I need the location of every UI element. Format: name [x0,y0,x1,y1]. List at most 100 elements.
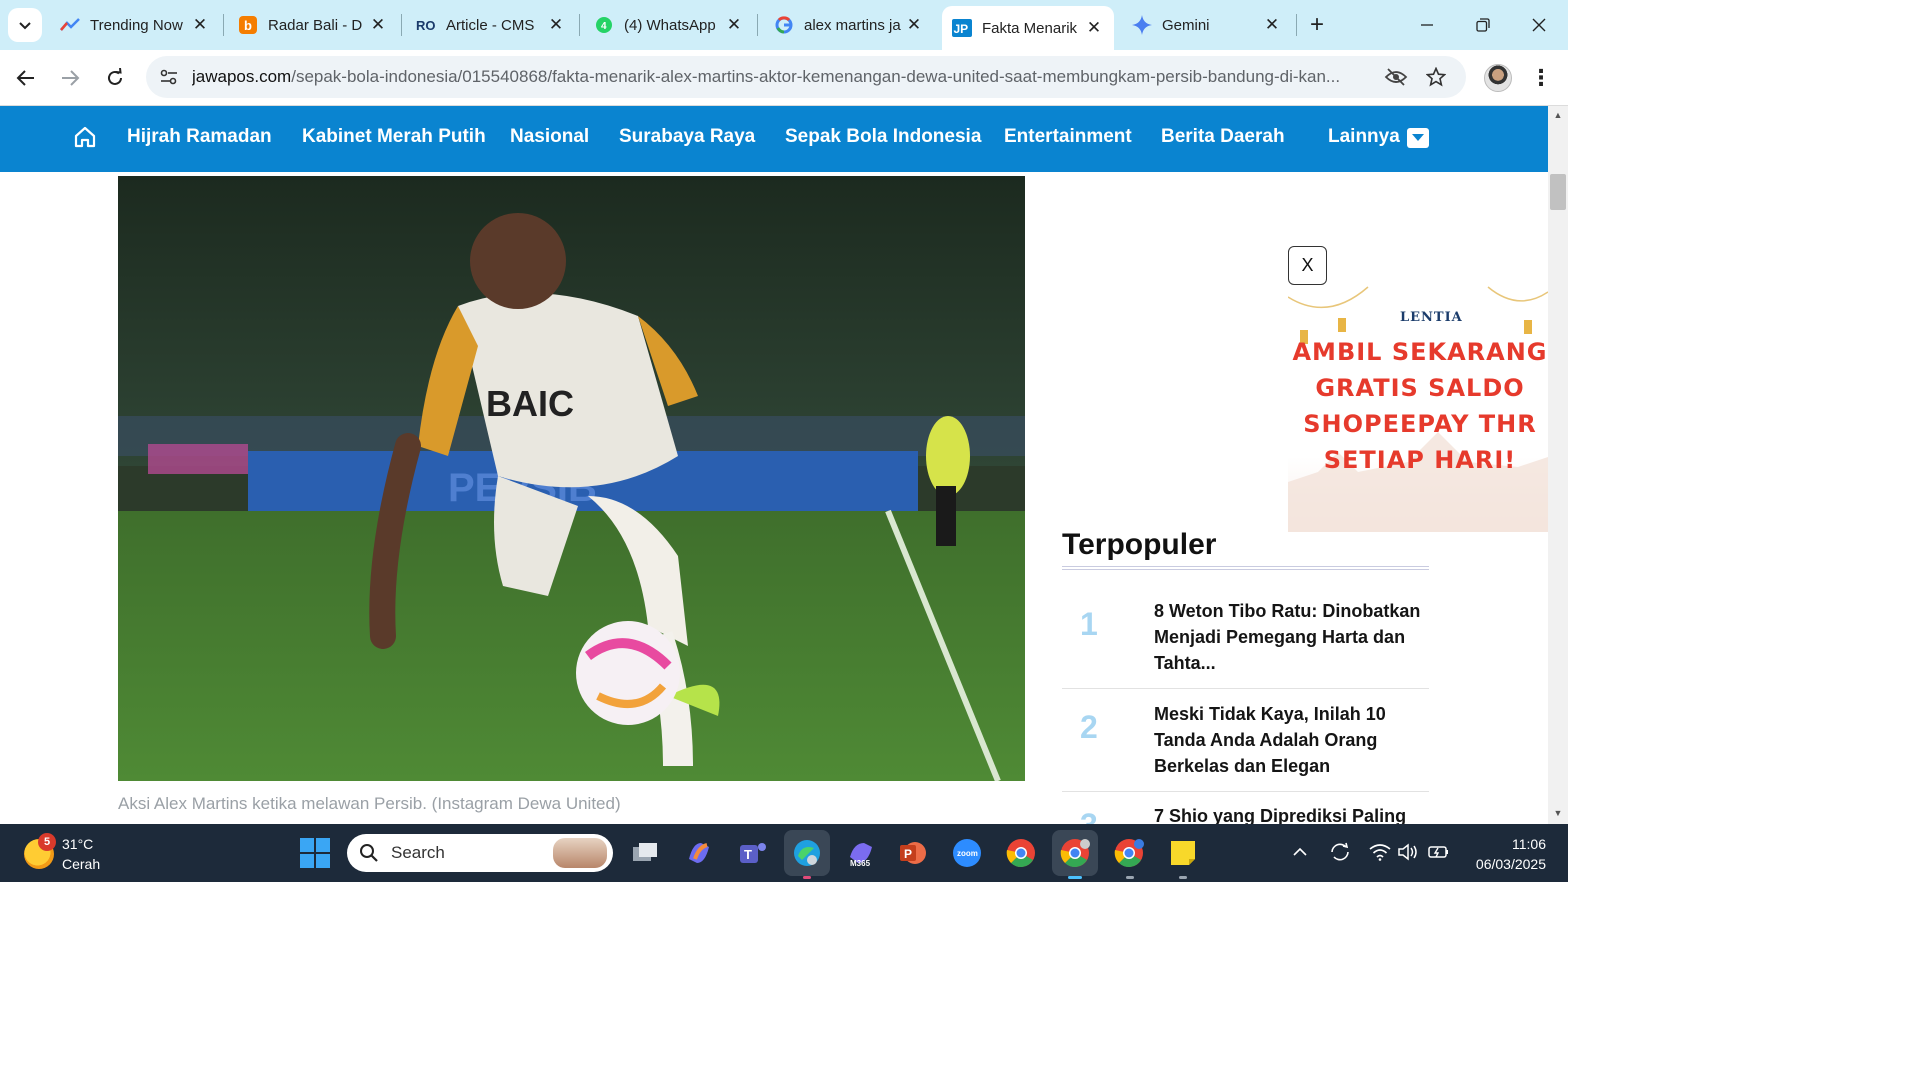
nav-nasional[interactable]: Nasional [510,126,589,148]
teams-app[interactable]: T [736,836,770,870]
svg-text:RO: RO [416,18,436,32]
tab-trending-now[interactable]: Trending Now ✕ [50,6,220,44]
chrome-profile-app-2[interactable] [1112,836,1146,870]
scroll-down-icon[interactable]: ▼ [1552,808,1564,820]
nav-lainnya-dropdown[interactable] [1407,128,1429,148]
close-window-button[interactable] [1524,10,1554,40]
address-bar[interactable]: jawapos.com/sepak-bola-indonesia/0155408… [146,56,1466,98]
tab-gemini[interactable]: Gemini ✕ [1122,6,1292,44]
tab-article-cms[interactable]: RO Article - CMS ✕ [406,6,576,44]
nav-sepak-bola-indonesia[interactable]: Sepak Bola Indonesia [785,126,981,148]
chrome-profile-app[interactable] [1052,830,1098,876]
forward-button[interactable] [54,62,86,94]
nav-surabaya-raya[interactable]: Surabaya Raya [619,126,755,148]
weather-widget[interactable]: 5 31°C Cerah [24,833,100,874]
show-hidden-icons-button[interactable] [1288,840,1312,864]
battery-icon[interactable] [1426,840,1450,864]
tab-separator [579,14,580,36]
popular-title-rule [1062,566,1429,570]
tab-google-search[interactable]: alex martins ja ✕ [764,6,934,44]
advertisement-banner[interactable]: LENTIA AMBIL SEKARANG GRATIS SALDO SHOPE… [1288,282,1548,532]
back-button[interactable] [10,62,42,94]
nav-entertainment[interactable]: Entertainment [1004,126,1132,148]
notification-badge: 5 [38,833,56,851]
reload-button[interactable] [99,62,131,94]
wifi-icon[interactable] [1368,840,1392,864]
powerpoint-icon: P [900,842,926,864]
url-host: jawapos.com [192,67,292,86]
football-photo: PERSIB BAIC [118,176,1025,781]
clock-date: 06/03/2025 [1475,856,1546,872]
tab-whatsapp[interactable]: 4 (4) WhatsApp ✕ [584,6,754,44]
sync-icon[interactable] [1328,840,1352,864]
edge-app[interactable] [784,830,830,876]
svg-text:P: P [904,847,912,861]
m365-icon: M365 [850,843,872,867]
close-icon[interactable]: ✕ [368,15,388,35]
close-icon[interactable]: ✕ [1262,15,1282,35]
nav-hijrah-ramadan[interactable]: Hijrah Ramadan [127,126,272,148]
popular-rank: 1 [1080,606,1098,642]
browser-menu-button[interactable]: ⋮ [1530,64,1552,92]
popular-rank: 2 [1080,709,1098,745]
nav-lainnya[interactable]: Lainnya [1328,126,1400,148]
volume-icon[interactable] [1396,840,1420,864]
task-view-button[interactable] [628,836,662,870]
url-text[interactable]: jawapos.com/sepak-bola-indonesia/0155408… [192,67,1372,87]
popular-item-title[interactable]: Meski Tidak Kaya, Inilah 10 Tanda Anda A… [1154,701,1424,779]
popular-rank: 3 [1080,807,1098,824]
close-icon[interactable]: ✕ [904,15,924,35]
close-icon[interactable]: ✕ [724,15,744,35]
reload-icon [108,68,122,85]
chrome-app[interactable] [1004,836,1038,870]
sticky-notes-icon [1171,841,1195,865]
tab-search-button[interactable] [8,8,42,42]
tab-fakta-menarik[interactable]: JP Fakta Menarik ✕ [942,6,1114,50]
profile-avatar[interactable] [1484,64,1512,92]
ad-headline-3: SHOPEEPAY THR [1303,410,1537,438]
ad-headline-2: GRATIS SALDO [1315,374,1525,402]
tab-separator [401,14,402,36]
taskbar-search[interactable]: Search [347,834,613,872]
popular-item[interactable]: 1 8 Weton Tibo Ratu: Dinobatkan Menjadi … [1062,598,1429,678]
restore-button[interactable] [1468,10,1498,40]
system-clock[interactable]: 11:06 06/03/2025 [1466,834,1546,874]
new-tab-button[interactable]: + [1304,11,1330,38]
close-icon[interactable]: ✕ [1084,18,1104,38]
close-icon[interactable]: ✕ [190,15,210,35]
minimize-button[interactable] [1412,10,1442,40]
site-info-icon[interactable] [146,68,192,86]
teams-icon: T [740,843,766,863]
google-icon [774,15,794,35]
sticky-notes-app[interactable] [1166,836,1200,870]
nav-kabinet-merah-putih[interactable]: Kabinet Merah Putih [302,126,486,148]
popular-item[interactable]: 3 7 Shio yang Diprediksi Paling [1062,803,1429,824]
bookmark-star-icon[interactable] [1424,65,1448,89]
close-icon[interactable]: ✕ [546,15,566,35]
scroll-up-icon[interactable]: ▲ [1552,110,1564,122]
nav-berita-daerah[interactable]: Berita Daerah [1161,126,1285,148]
copilot-app[interactable] [682,836,716,870]
tab-label: Article - CMS [446,16,535,34]
start-button[interactable] [300,838,330,868]
chevron-up-icon [1293,847,1307,856]
powerpoint-app[interactable]: P [896,836,930,870]
popular-item[interactable]: 2 Meski Tidak Kaya, Inilah 10 Tanda Anda… [1062,701,1429,781]
zoom-app[interactable]: zoom [950,836,984,870]
search-placeholder: Search [391,843,445,862]
active-app-indicator [1068,876,1082,879]
close-icon [1532,18,1546,32]
m365-app[interactable]: M365 [844,836,878,870]
tracking-protection-icon[interactable] [1384,65,1408,89]
tab-radar-bali[interactable]: b Radar Bali - D ✕ [228,6,398,44]
home-icon[interactable] [72,124,98,150]
ad-close-button[interactable]: X [1288,246,1327,285]
popular-item-title[interactable]: 8 Weton Tibo Ratu: Dinobatkan Menjadi Pe… [1154,598,1424,676]
scrollbar-thumb[interactable] [1550,174,1566,210]
plus-icon: + [1309,11,1324,38]
popular-item-title[interactable]: 7 Shio yang Diprediksi Paling [1154,803,1424,824]
weather-temperature: 31°C [62,836,94,852]
arrow-left-icon [16,70,34,86]
page-scrollbar[interactable]: ▲ ▼ [1548,106,1568,824]
windows-logo-tile [300,854,314,868]
